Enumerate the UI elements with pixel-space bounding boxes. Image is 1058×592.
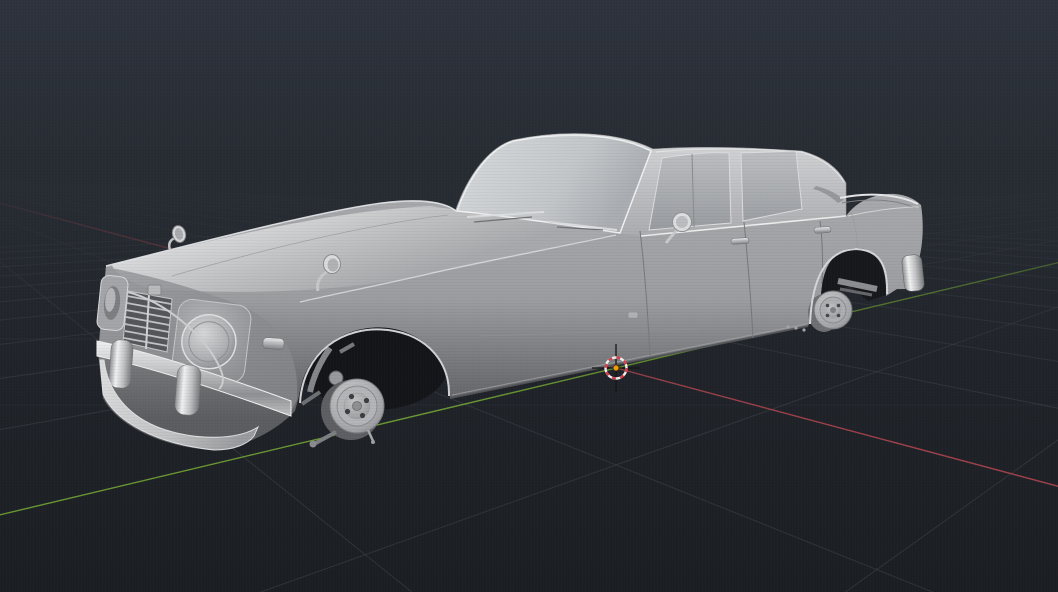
cursor-center-dot <box>612 364 620 372</box>
front-door-handle <box>730 237 750 245</box>
side-marker-lamp <box>262 337 285 350</box>
bumper-guard-left <box>108 339 134 389</box>
hood-emblem <box>147 284 162 296</box>
viewport-canvas[interactable] <box>0 0 1058 592</box>
rear-door-handle <box>813 226 832 234</box>
rear-bumper-end <box>901 254 925 292</box>
3d-viewport[interactable] <box>0 0 1058 592</box>
rear-door-window <box>740 150 803 222</box>
door-lock-detail <box>627 311 639 319</box>
left-headlight <box>96 275 129 332</box>
bumper-guard-right <box>174 364 202 416</box>
